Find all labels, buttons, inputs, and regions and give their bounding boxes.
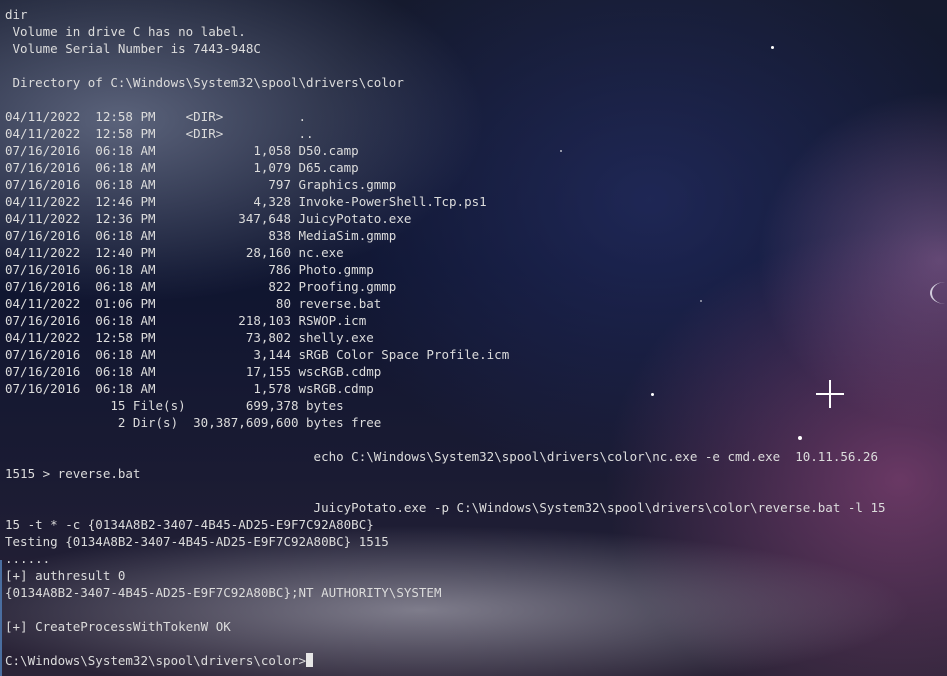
terminal-line: Volume in drive C has no label.: [5, 24, 246, 39]
terminal-output[interactable]: dir Volume in drive C has no label. Volu…: [5, 6, 940, 669]
terminal-line: 07/16/2016 06:18 AM 218,103 RSWOP.icm: [5, 313, 367, 328]
terminal-scroll-marker: [0, 560, 2, 676]
terminal-line: 04/11/2022 12:58 PM <DIR> ..: [5, 126, 314, 141]
terminal-line: 04/11/2022 01:06 PM 80 reverse.bat: [5, 296, 382, 311]
terminal-line: {0134A8B2-3407-4B45-AD25-E9F7C92A80BC};N…: [5, 585, 442, 600]
terminal-line: [+] CreateProcessWithTokenW OK: [5, 619, 231, 634]
text-cursor: [306, 653, 314, 667]
terminal-line: 04/11/2022 12:46 PM 4,328 Invoke-PowerSh…: [5, 194, 487, 209]
terminal-line: 07/16/2016 06:18 AM 822 Proofing.gmmp: [5, 279, 397, 294]
terminal-line: 15 File(s) 699,378 bytes: [5, 398, 344, 413]
terminal-line: 07/16/2016 06:18 AM 1,079 D65.camp: [5, 160, 359, 175]
terminal-line: 04/11/2022 12:36 PM 347,648 JuicyPotato.…: [5, 211, 412, 226]
terminal-line: 07/16/2016 06:18 AM 1,578 wsRGB.cdmp: [5, 381, 374, 396]
terminal-line: 1515 > reverse.bat: [5, 466, 141, 481]
terminal-line: Directory of C:\Windows\System32\spool\d…: [5, 75, 404, 90]
terminal-line: 04/11/2022 12:40 PM 28,160 nc.exe: [5, 245, 344, 260]
terminal-line: 04/11/2022 12:58 PM <DIR> .: [5, 109, 307, 124]
terminal-line: Testing {0134A8B2-3407-4B45-AD25-E9F7C92…: [5, 534, 389, 549]
terminal-line: 15 -t * -c {0134A8B2-3407-4B45-AD25-E9F7…: [5, 517, 374, 532]
terminal-line: 04/11/2022 12:58 PM 73,802 shelly.exe: [5, 330, 374, 345]
terminal-line: 07/16/2016 06:18 AM 3,144 sRGB Color Spa…: [5, 347, 510, 362]
terminal-line: 2 Dir(s) 30,387,609,600 bytes free: [5, 415, 382, 430]
terminal-line: 07/16/2016 06:18 AM 797 Graphics.gmmp: [5, 177, 397, 192]
terminal-line: 07/16/2016 06:18 AM 786 Photo.gmmp: [5, 262, 374, 277]
terminal-line: JuicyPotato.exe -p C:\Windows\System32\s…: [5, 500, 886, 515]
command-prompt-line[interactable]: C:\Windows\System32\spool\drivers\color>: [5, 652, 940, 669]
terminal-line: 07/16/2016 06:18 AM 838 MediaSim.gmmp: [5, 228, 397, 243]
terminal-line: dir: [5, 7, 28, 22]
terminal-line: 07/16/2016 06:18 AM 17,155 wscRGB.cdmp: [5, 364, 382, 379]
terminal-line: [+] authresult 0: [5, 568, 126, 583]
terminal-line: 07/16/2016 06:18 AM 1,058 D50.camp: [5, 143, 359, 158]
terminal-line: echo C:\Windows\System32\spool\drivers\c…: [5, 449, 878, 464]
terminal-line: Volume Serial Number is 7443-948C: [5, 41, 261, 56]
command-prompt: C:\Windows\System32\spool\drivers\color>: [5, 653, 307, 668]
terminal-line: ......: [5, 551, 51, 566]
